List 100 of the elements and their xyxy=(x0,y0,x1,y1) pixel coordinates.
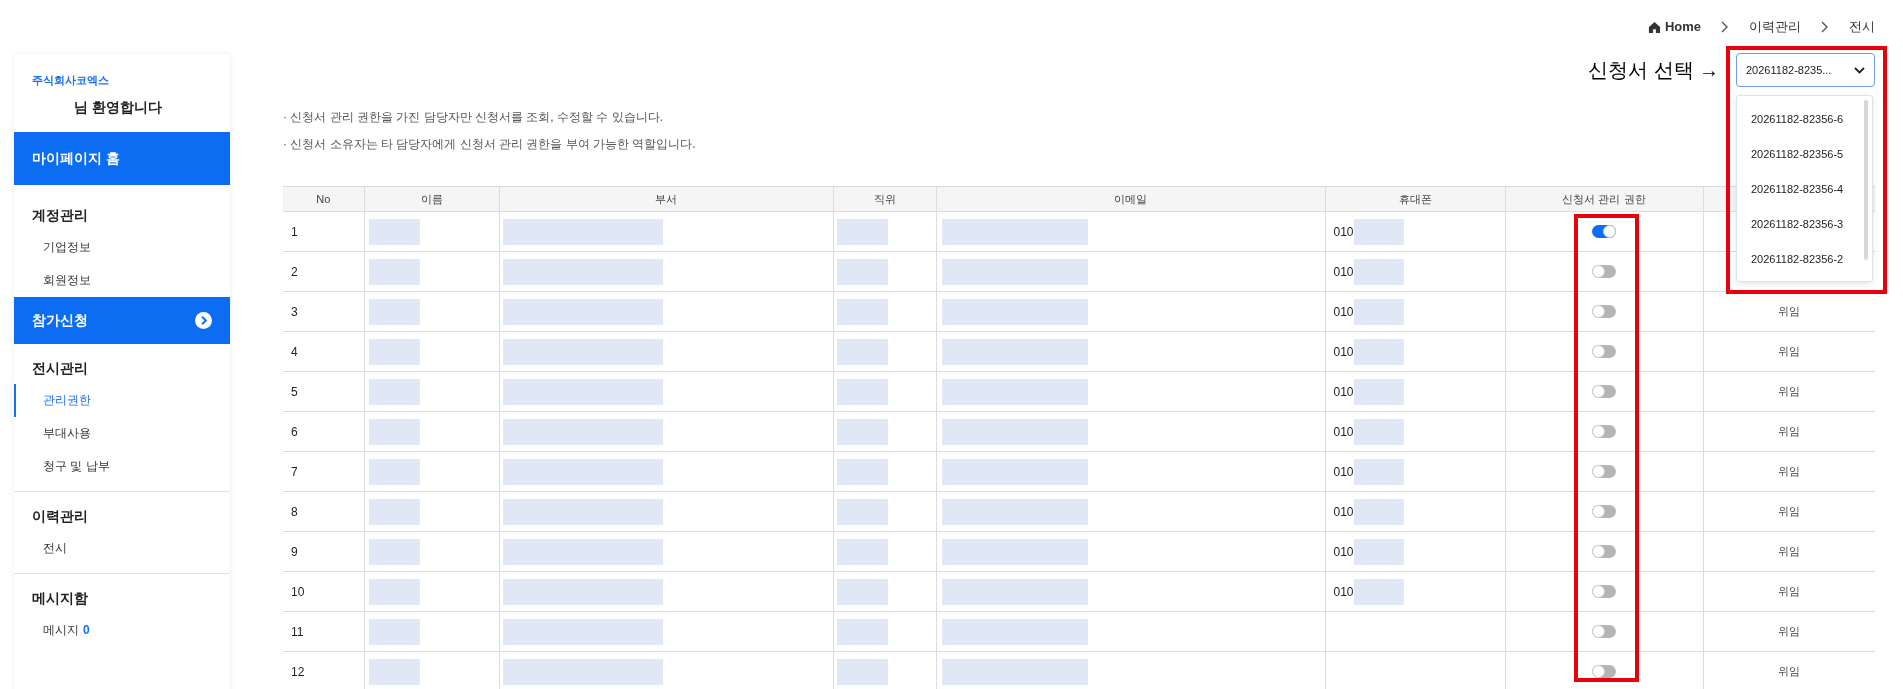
message-count: 0 xyxy=(83,622,90,639)
column-header: 이메일 xyxy=(936,186,1325,212)
dropdown-option[interactable]: 20261182-82356-5 xyxy=(1737,137,1864,172)
table-cell: 4 xyxy=(283,331,364,372)
dropdown-option[interactable]: 20261182-82356-3 xyxy=(1737,207,1864,242)
toggle-switch[interactable] xyxy=(1592,505,1616,518)
notice-text: · 신청서 관리 권한을 가진 담당자만 신청서를 조회, 수정할 수 있습니다. xyxy=(283,109,663,126)
redacted-block xyxy=(1353,298,1404,325)
sidebar-link[interactable]: 관리권한 xyxy=(14,383,230,417)
redacted-block xyxy=(1353,418,1404,445)
redacted-block xyxy=(836,658,888,685)
chevron-right-icon xyxy=(1821,21,1829,33)
toggle-switch[interactable] xyxy=(1592,665,1616,678)
redacted-block xyxy=(368,538,420,565)
redacted-block xyxy=(368,418,420,445)
table-cell-text: 010 xyxy=(1333,423,1354,441)
sidebar-link[interactable]: 회원정보 xyxy=(14,263,230,297)
table-cell-text: 010 xyxy=(1333,543,1354,561)
dropdown-option[interactable]: 20261182-82356-4 xyxy=(1737,172,1864,207)
table-cell-text: 010 xyxy=(1333,303,1354,321)
table-cell-text: 010 xyxy=(1333,583,1354,601)
redacted-block xyxy=(836,378,888,405)
redacted-block xyxy=(368,618,420,645)
redacted-block xyxy=(836,498,888,525)
column-header: 부서 xyxy=(499,186,833,212)
toggle-switch[interactable] xyxy=(1592,625,1616,638)
table-cell: 12 xyxy=(283,651,364,689)
redacted-block xyxy=(1353,218,1404,245)
redacted-block xyxy=(1353,258,1404,285)
toggle-switch[interactable] xyxy=(1592,425,1616,438)
toggle-switch[interactable] xyxy=(1592,305,1616,318)
table-cell: 위임 xyxy=(1778,385,1801,398)
table-cell: 위임 xyxy=(1778,345,1801,358)
redacted-block xyxy=(836,218,888,245)
redacted-block xyxy=(1353,378,1404,405)
toggle-switch[interactable] xyxy=(1592,225,1616,238)
redacted-block xyxy=(836,578,888,605)
breadcrumb-link[interactable]: 전시 xyxy=(1849,17,1875,37)
sidebar-link[interactable]: 전시 xyxy=(14,531,230,565)
redacted-block xyxy=(368,458,420,485)
column-header: 이름 xyxy=(364,186,499,212)
sidebar-section-title: 전시관리 xyxy=(31,358,89,378)
welcome-text: 님 환영합니다 xyxy=(73,97,163,117)
home-icon xyxy=(1647,20,1661,34)
redacted-block xyxy=(836,538,888,565)
dropdown-option[interactable]: 20261182-82356-2 xyxy=(1737,242,1864,277)
table-cell-text: 010 xyxy=(1333,463,1354,481)
toggle-switch[interactable] xyxy=(1592,545,1616,558)
sidebar-link[interactable]: 기업정보 xyxy=(14,230,230,264)
toggle-switch[interactable] xyxy=(1592,385,1616,398)
table-cell-text: 010 xyxy=(1333,503,1354,521)
chevron-right-icon xyxy=(195,311,212,329)
redacted-block xyxy=(836,418,888,445)
annotation-label: 신청서 선택 → xyxy=(1588,58,1720,83)
table-cell: 위임 xyxy=(1778,465,1801,478)
table-cell: 5 xyxy=(283,371,364,412)
redacted-block xyxy=(836,458,888,485)
home-link[interactable]: Home xyxy=(1647,17,1701,37)
select-dropdown[interactable]: 20261182-8235... xyxy=(1736,53,1875,87)
toggle-switch[interactable] xyxy=(1592,265,1616,278)
sidebar-link[interactable]: 메시지 0 xyxy=(14,613,230,647)
toggle-switch[interactable] xyxy=(1592,585,1616,598)
column-header: 휴대폰 xyxy=(1325,186,1505,212)
table-cell: 11 xyxy=(283,611,364,652)
redacted-block xyxy=(1353,458,1404,485)
table-cell: 위임 xyxy=(1778,625,1801,638)
table-cell: 3 xyxy=(283,291,364,332)
sidebar-link[interactable]: 청구 및 납부 xyxy=(14,449,230,483)
table-cell: 1 xyxy=(283,211,364,252)
redacted-block xyxy=(368,218,420,245)
table-cell: 위임 xyxy=(1778,505,1801,518)
table-cell: 위임 xyxy=(1778,545,1801,558)
sidebar-menu-button[interactable]: 참가신청 xyxy=(14,296,230,344)
redacted-block xyxy=(1353,578,1404,605)
redacted-block xyxy=(836,258,888,285)
sidebar-section-title: 이력관리 xyxy=(31,506,89,526)
redacted-block xyxy=(836,618,888,645)
table-cell: 위임 xyxy=(1778,665,1801,678)
dropdown-option[interactable]: 20261182-82356-6 xyxy=(1737,102,1864,137)
table-cell: 위임 xyxy=(1778,305,1801,318)
toggle-switch[interactable] xyxy=(1592,465,1616,478)
column-header: 신청서 관리 권한 xyxy=(1505,186,1703,212)
toggle-switch[interactable] xyxy=(1592,345,1616,358)
redacted-block xyxy=(368,258,420,285)
breadcrumb-link[interactable]: 이력관리 xyxy=(1749,17,1801,37)
table-cell: 8 xyxy=(283,491,364,532)
chevron-down-icon xyxy=(1854,66,1865,74)
redacted-block xyxy=(1353,498,1404,525)
company-name: 주식회사코엑스 xyxy=(32,73,110,88)
sidebar-link[interactable]: 부대사용 xyxy=(14,416,230,450)
table-cell-text: 010 xyxy=(1333,383,1354,401)
table-cell: 6 xyxy=(283,411,364,452)
sidebar-menu-button[interactable]: 마이페이지 홈 xyxy=(14,131,230,185)
column-header: No xyxy=(283,186,364,212)
table-cell-text: 010 xyxy=(1333,223,1354,241)
redacted-block xyxy=(368,578,420,605)
redacted-block xyxy=(368,498,420,525)
column-header: 직위 xyxy=(833,186,936,212)
redacted-block xyxy=(368,338,420,365)
table-cell: 10 xyxy=(283,571,364,612)
